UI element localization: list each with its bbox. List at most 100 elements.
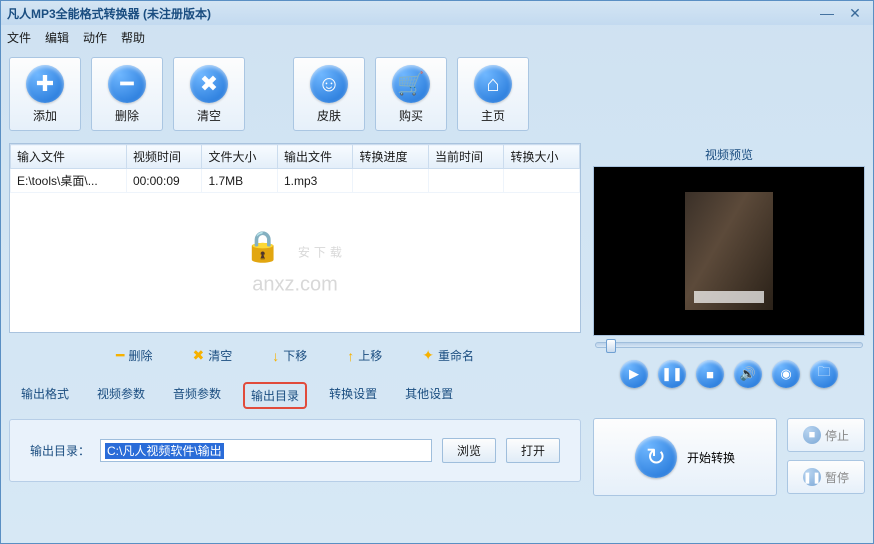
listop-delete-label: 删除 xyxy=(128,347,152,364)
preview-title: 视频预览 xyxy=(593,143,865,166)
x-small-icon: ✖ xyxy=(192,347,204,364)
minus-icon: ━ xyxy=(108,65,146,103)
open-button[interactable]: 打开 xyxy=(506,438,560,463)
conversion-buttons: ↻ 开始转换 ■ 停止 ❚❚ 暂停 xyxy=(593,418,865,496)
tab-format[interactable]: 输出格式 xyxy=(15,382,75,409)
arrow-down-icon: ↓ xyxy=(272,348,279,364)
outdir-input[interactable]: C:\凡人视频软件\输出 xyxy=(100,439,432,462)
cell-output: 1.mp3 xyxy=(277,169,353,193)
menubar: 文件 编辑 动作 帮助 xyxy=(1,25,873,49)
clear-button[interactable]: ✖ 清空 xyxy=(173,57,245,131)
seek-row xyxy=(593,336,865,354)
output-panel: 输出目录： C:\凡人视频软件\输出 浏览 打开 xyxy=(9,419,581,482)
listop-down-label: 下移 xyxy=(283,347,307,364)
home-icon: ⌂ xyxy=(474,65,512,103)
seek-slider[interactable] xyxy=(595,342,863,348)
listop-up[interactable]: ↑上移 xyxy=(347,347,382,364)
cell-duration: 00:00:09 xyxy=(126,169,202,193)
buy-button[interactable]: 🛒 购买 xyxy=(375,57,447,131)
left-pane: 输入文件 视频时间 文件大小 输出文件 转换进度 当前时间 转换大小 E:\to… xyxy=(9,143,581,496)
snapshot-button[interactable]: ◉ xyxy=(772,360,800,388)
tab-outdir[interactable]: 输出目录 xyxy=(243,382,307,409)
col-progress[interactable]: 转换进度 xyxy=(353,145,429,169)
clear-label: 清空 xyxy=(197,107,221,124)
add-button[interactable]: ✚ 添加 xyxy=(9,57,81,131)
titlebar: 凡人MP3全能格式转换器 (未注册版本) — ✕ xyxy=(1,1,873,25)
cart-icon: 🛒 xyxy=(392,65,430,103)
col-current[interactable]: 当前时间 xyxy=(428,145,504,169)
window-title: 凡人MP3全能格式转换器 (未注册版本) xyxy=(7,5,811,22)
preview-thumbnail xyxy=(685,192,773,310)
tab-aparams[interactable]: 音频参数 xyxy=(167,382,227,409)
minimize-button[interactable]: — xyxy=(815,5,839,21)
col-input[interactable]: 输入文件 xyxy=(11,145,127,169)
plus-icon: ✚ xyxy=(26,65,64,103)
listop-up-label: 上移 xyxy=(358,347,382,364)
cell-convsize xyxy=(504,169,580,193)
menu-help[interactable]: 帮助 xyxy=(121,29,145,46)
play-button[interactable]: ▶ xyxy=(620,360,648,388)
folder-button[interactable]: 🗀 xyxy=(810,360,838,388)
outdir-path-text: C:\凡人视频软件\输出 xyxy=(105,443,224,459)
pause-label: 暂停 xyxy=(825,469,849,486)
settings-tabs: 输出格式 视频参数 音频参数 输出目录 转换设置 其他设置 xyxy=(9,378,581,413)
pause-button[interactable]: ❚❚ xyxy=(658,360,686,388)
list-operations: ━删除 ✖清空 ↓下移 ↑上移 ✦重命名 xyxy=(9,333,581,378)
buy-label: 购买 xyxy=(399,107,423,124)
tab-other[interactable]: 其他设置 xyxy=(399,382,459,409)
app-window: 凡人MP3全能格式转换器 (未注册版本) — ✕ 文件 编辑 动作 帮助 ✚ 添… xyxy=(0,0,874,544)
menu-action[interactable]: 动作 xyxy=(83,29,107,46)
stop-button[interactable]: ■ 停止 xyxy=(787,418,865,452)
menu-file[interactable]: 文件 xyxy=(7,29,31,46)
file-table-frame: 输入文件 视频时间 文件大小 输出文件 转换进度 当前时间 转换大小 E:\to… xyxy=(9,143,581,333)
side-buttons: ■ 停止 ❚❚ 暂停 xyxy=(787,418,865,496)
x-icon: ✖ xyxy=(190,65,228,103)
col-size[interactable]: 文件大小 xyxy=(202,145,278,169)
watermark-icon: 🔒 安下载 xyxy=(244,230,346,265)
listop-delete[interactable]: ━删除 xyxy=(116,347,152,364)
listop-clear-label: 清空 xyxy=(208,347,232,364)
pause-convert-button[interactable]: ❚❚ 暂停 xyxy=(787,460,865,494)
close-button[interactable]: ✕ xyxy=(843,5,867,21)
tab-vparams[interactable]: 视频参数 xyxy=(91,382,151,409)
start-convert-button[interactable]: ↻ 开始转换 xyxy=(593,418,777,496)
browse-button[interactable]: 浏览 xyxy=(442,438,496,463)
cell-progress xyxy=(353,169,429,193)
listop-down[interactable]: ↓下移 xyxy=(272,347,307,364)
listop-rename-label: 重命名 xyxy=(438,347,474,364)
stop-label: 停止 xyxy=(825,427,849,444)
dash-icon: ━ xyxy=(116,347,124,364)
skin-button[interactable]: ☺ 皮肤 xyxy=(293,57,365,131)
table-row[interactable]: E:\tools\桌面\... 00:00:09 1.7MB 1.mp3 xyxy=(11,169,580,193)
video-preview[interactable] xyxy=(593,166,865,336)
stop-media-button[interactable]: ■ xyxy=(696,360,724,388)
listop-rename[interactable]: ✦重命名 xyxy=(422,347,474,364)
home-button[interactable]: ⌂ 主页 xyxy=(457,57,529,131)
media-controls: ▶ ❚❚ ■ 🔊 ◉ 🗀 xyxy=(593,354,865,400)
toolbar: ✚ 添加 ━ 删除 ✖ 清空 ☺ 皮肤 🛒 购买 ⌂ 主页 xyxy=(1,49,873,139)
refresh-icon: ↻ xyxy=(635,436,677,478)
stop-icon: ■ xyxy=(803,426,821,444)
seek-knob[interactable] xyxy=(606,339,616,353)
delete-button[interactable]: ━ 删除 xyxy=(91,57,163,131)
menu-edit[interactable]: 编辑 xyxy=(45,29,69,46)
cell-size: 1.7MB xyxy=(202,169,278,193)
listop-clear[interactable]: ✖清空 xyxy=(192,347,232,364)
smile-icon: ☺ xyxy=(310,65,348,103)
rename-icon: ✦ xyxy=(422,347,434,364)
col-duration[interactable]: 视频时间 xyxy=(126,145,202,169)
tab-convset[interactable]: 转换设置 xyxy=(323,382,383,409)
outdir-label: 输出目录： xyxy=(30,442,90,459)
cell-input: E:\tools\桌面\... xyxy=(11,169,127,193)
add-label: 添加 xyxy=(33,107,57,124)
right-pane: 视频预览 ▶ ❚❚ ■ 🔊 ◉ 🗀 ↻ 开始转换 xyxy=(593,143,865,496)
cell-current xyxy=(428,169,504,193)
skin-label: 皮肤 xyxy=(317,107,341,124)
col-output[interactable]: 输出文件 xyxy=(277,145,353,169)
volume-button[interactable]: 🔊 xyxy=(734,360,762,388)
content-area: 输入文件 视频时间 文件大小 输出文件 转换进度 当前时间 转换大小 E:\to… xyxy=(1,139,873,500)
start-convert-label: 开始转换 xyxy=(687,449,735,466)
arrow-up-icon: ↑ xyxy=(347,348,354,364)
col-convsize[interactable]: 转换大小 xyxy=(504,145,580,169)
watermark-text: anxz.com xyxy=(252,274,338,297)
